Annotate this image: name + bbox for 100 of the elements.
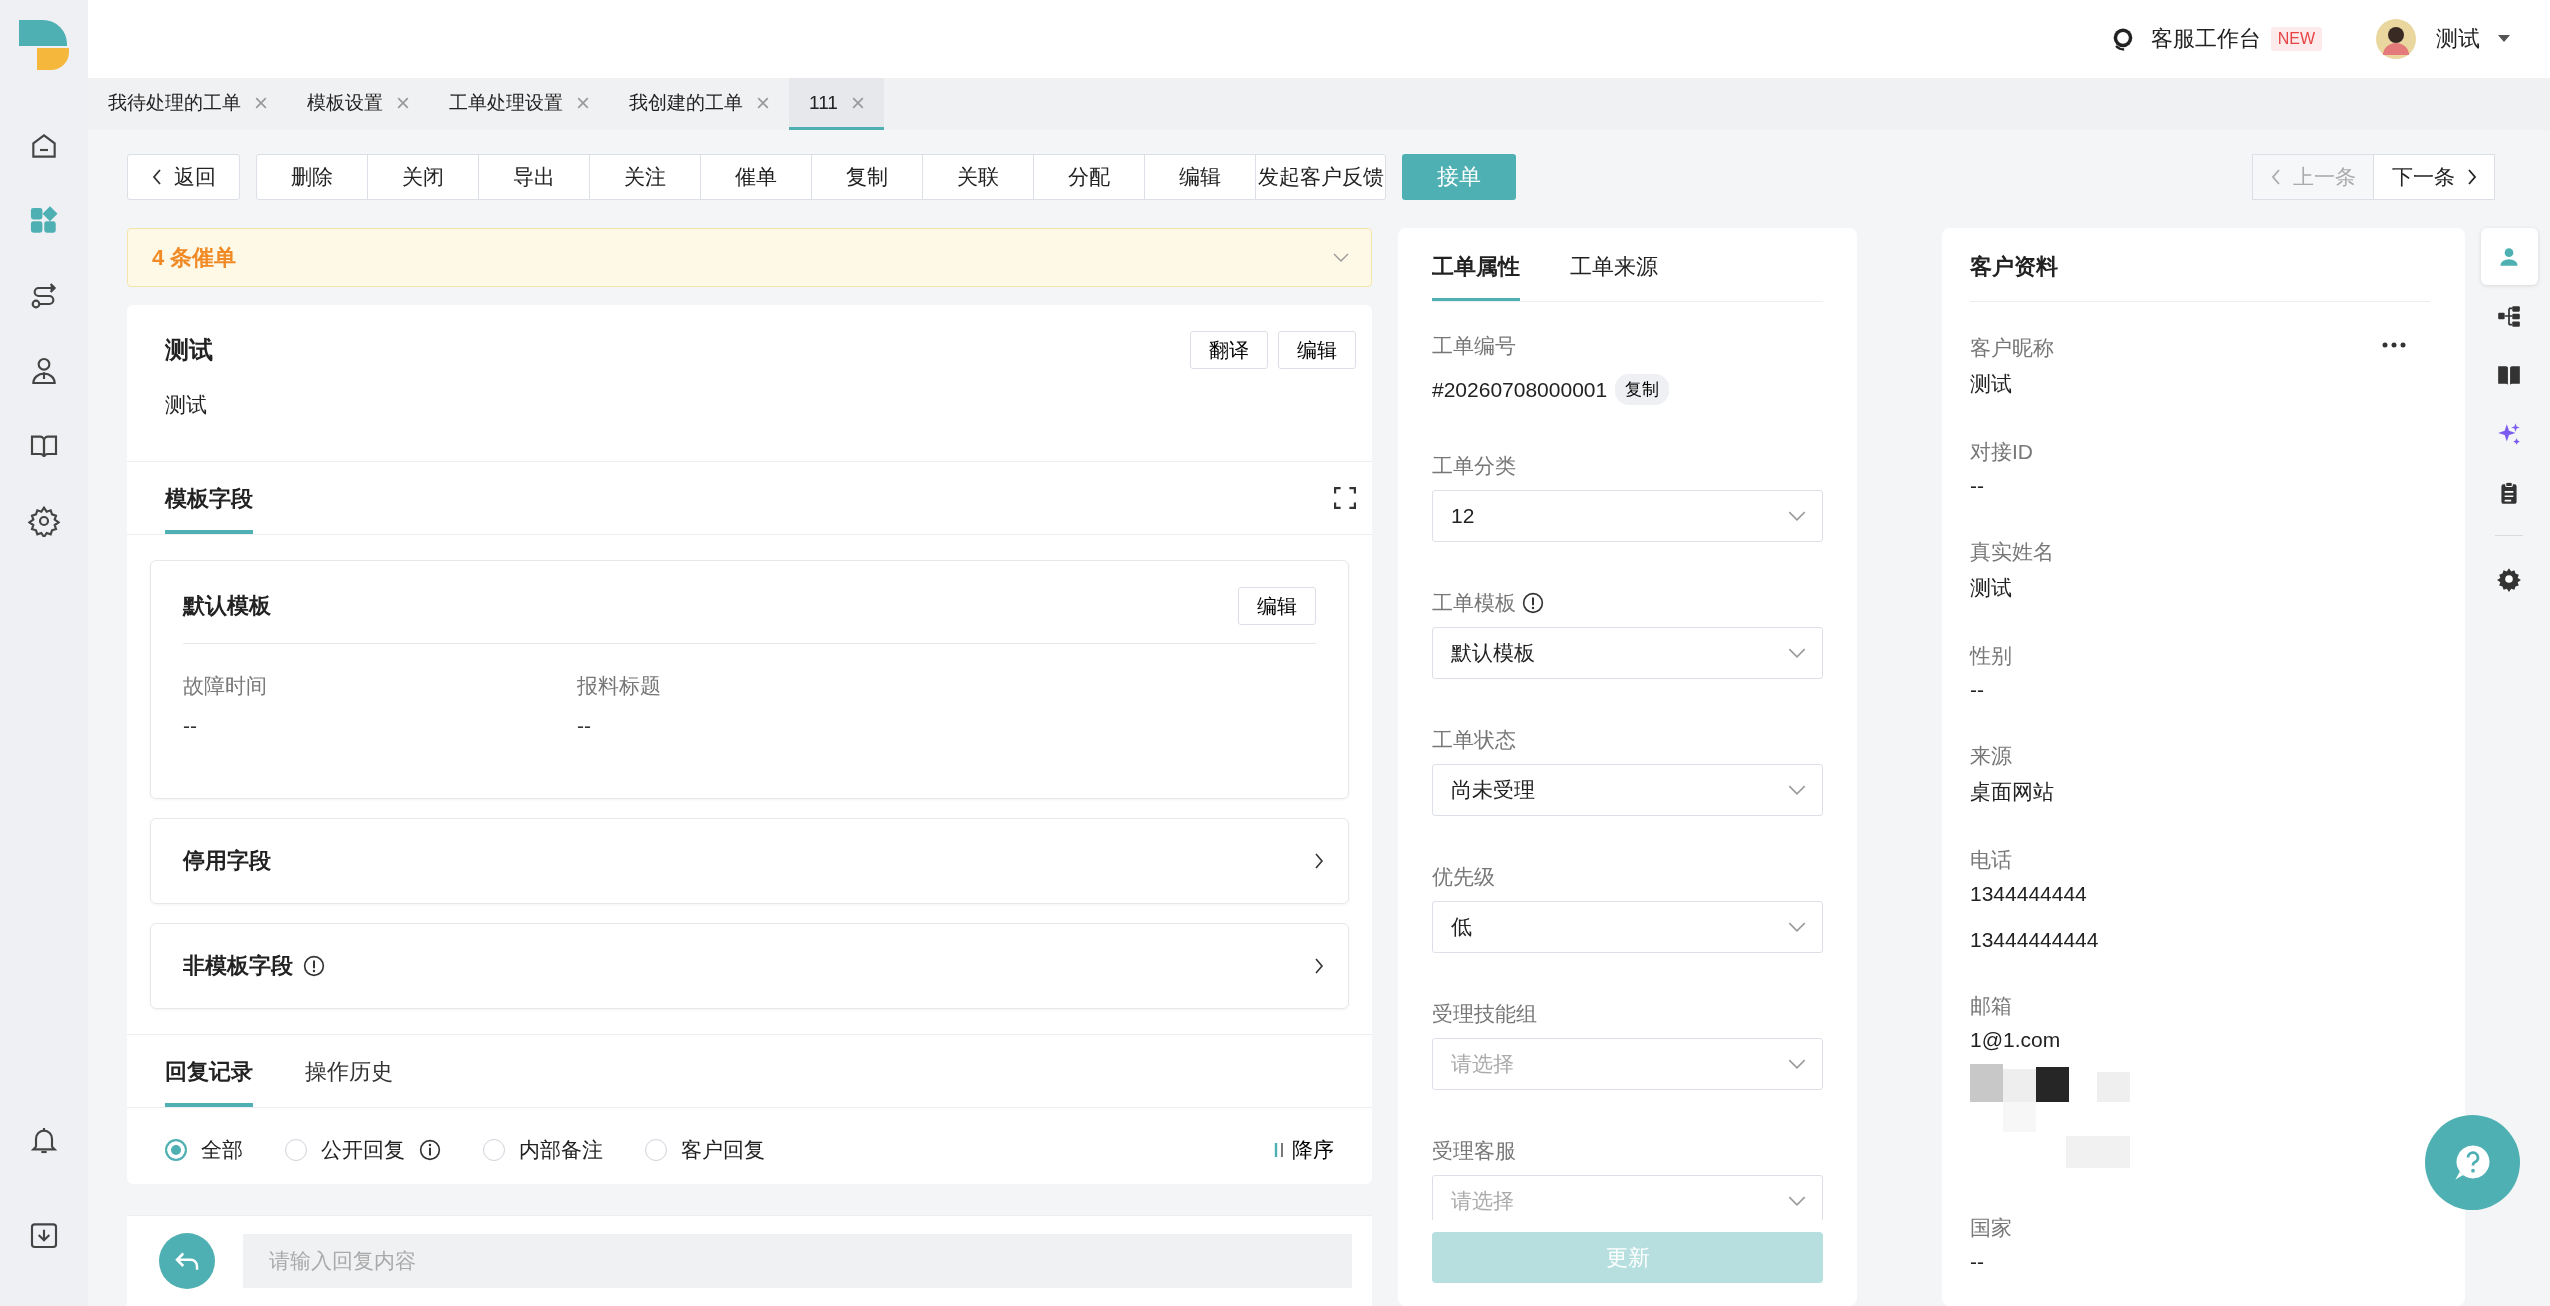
field-label: 受理技能组 xyxy=(1432,1001,1537,1027)
chevron-down-icon xyxy=(1788,647,1806,659)
field-label: 故障时间 xyxy=(183,673,268,699)
action-button[interactable]: 发起客户反馈 xyxy=(1255,154,1386,200)
action-button[interactable]: 删除 xyxy=(256,154,368,200)
copy-button[interactable]: 复制 xyxy=(1615,374,1670,405)
chevron-left-icon xyxy=(2270,169,2281,185)
field-label: 真实姓名 xyxy=(1970,539,2054,565)
select-field[interactable]: 默认模板 xyxy=(1432,627,1823,679)
logo-icon xyxy=(17,18,71,72)
radio-label: 公开回复 xyxy=(321,1137,405,1163)
section-tab[interactable]: 操作历史 xyxy=(305,1035,393,1107)
section-tab[interactable]: 模板字段 xyxy=(165,462,253,534)
edit-button[interactable]: 编辑 xyxy=(1238,587,1316,625)
select-field[interactable]: 尚未受理 xyxy=(1432,764,1823,816)
settings-icon[interactable] xyxy=(28,505,60,537)
panel-tab[interactable]: 工单来源 xyxy=(1570,228,1658,301)
page-tab[interactable]: 111 xyxy=(789,78,884,130)
chevron-right-icon[interactable] xyxy=(1314,958,1324,974)
next-button[interactable]: 下一条 xyxy=(2373,154,2495,200)
select-field[interactable]: 低 xyxy=(1432,901,1823,953)
select-field[interactable]: 12 xyxy=(1432,490,1823,542)
reply-input[interactable]: 请输入回复内容 xyxy=(243,1234,1352,1288)
field-label: 工单模板 xyxy=(1432,590,1516,616)
field-label: 国家 xyxy=(1970,1215,2012,1241)
sort-button[interactable]: 降序 xyxy=(1272,1136,1334,1164)
field-value: -- xyxy=(577,714,592,738)
ticket-number: #20260708000001 xyxy=(1432,377,1608,402)
field-value: 1@1.com xyxy=(1970,1028,2061,1052)
field-label: 对接ID xyxy=(1970,439,2033,465)
section-title: 非模板字段 xyxy=(183,952,293,980)
section-title: 停用字段 xyxy=(183,847,271,875)
workbench-link[interactable]: 客服工作台 xyxy=(2150,24,2261,54)
field-label: 性别 xyxy=(1970,643,2012,669)
page-tab[interactable]: 工单处理设置 xyxy=(429,78,609,130)
field-label: 报料标题 xyxy=(577,673,662,699)
panel-tab[interactable]: 工单属性 xyxy=(1432,228,1520,301)
field-value: 测试 xyxy=(1970,575,2012,601)
action-button[interactable]: 关闭 xyxy=(367,154,479,200)
chevron-down-icon[interactable] xyxy=(1333,252,1349,263)
filter-radio[interactable]: 公开回复 xyxy=(285,1136,441,1164)
action-button[interactable]: 分配 xyxy=(1033,154,1145,200)
radio-icon[interactable] xyxy=(285,1139,307,1161)
chevron-down-icon xyxy=(1788,921,1806,933)
radio-label: 客户回复 xyxy=(681,1137,765,1163)
section-tab[interactable]: 回复记录 xyxy=(165,1035,253,1107)
field-value: 1344444444 xyxy=(1970,882,2087,906)
radio-icon[interactable] xyxy=(165,1139,187,1161)
sort-icon xyxy=(1272,1141,1286,1159)
collapsed-section[interactable]: 停用字段 xyxy=(150,818,1349,904)
field-label: 工单分类 xyxy=(1432,453,1516,479)
action-button[interactable]: 编辑 xyxy=(1144,154,1256,200)
action-button[interactable]: 导出 xyxy=(478,154,590,200)
user-name[interactable]: 测试 xyxy=(2436,24,2480,54)
chevron-down-icon xyxy=(1788,1195,1806,1207)
field-label: 工单状态 xyxy=(1432,727,1516,753)
back-button[interactable]: 返回 xyxy=(127,154,240,200)
chevron-down-icon xyxy=(1788,1058,1806,1070)
ticket-button[interactable]: 翻译 xyxy=(1190,331,1268,369)
action-button[interactable]: 关注 xyxy=(589,154,701,200)
field-value: -- xyxy=(183,714,198,738)
field-label: 受理客服 xyxy=(1432,1138,1516,1164)
chevron-down-icon xyxy=(1788,784,1806,796)
field-label: 工单编号 xyxy=(1432,333,1517,359)
fullscreen-icon[interactable] xyxy=(1334,487,1356,509)
action-button[interactable]: 关联 xyxy=(922,154,1034,200)
page-tab[interactable]: 模板设置 xyxy=(287,78,429,130)
filter-radio[interactable]: 客户回复 xyxy=(645,1136,765,1164)
action-button[interactable]: 复制 xyxy=(811,154,923,200)
radio-label: 全部 xyxy=(201,1137,243,1163)
radio-label: 内部备注 xyxy=(519,1137,603,1163)
radio-icon[interactable] xyxy=(483,1139,505,1161)
field-label: 电话 xyxy=(1970,847,2012,873)
field-label: 邮箱 xyxy=(1970,993,2012,1019)
reply-button[interactable] xyxy=(159,1233,215,1289)
caret-icon[interactable] xyxy=(2498,35,2510,43)
more-icon[interactable] xyxy=(2381,342,2407,348)
chevron-down-icon xyxy=(1788,510,1806,522)
chevron-right-icon[interactable] xyxy=(1314,853,1324,869)
field-label: 来源 xyxy=(1970,743,2012,769)
action-button[interactable]: 催单 xyxy=(700,154,812,200)
new-badge: NEW xyxy=(2270,27,2322,51)
panel-title: 客户资料 xyxy=(1970,228,2430,302)
ticket-body: 测试 xyxy=(127,369,1372,462)
filter-radio[interactable]: 内部备注 xyxy=(483,1136,603,1164)
ticket-title: 测试 xyxy=(165,335,213,365)
field-value: 桌面网站 xyxy=(1970,779,2054,805)
reminder-text: 4 条催单 xyxy=(152,243,237,272)
field-value: 测试 xyxy=(1970,371,2012,397)
chevron-right-icon xyxy=(2466,169,2477,185)
filter-radio[interactable]: 全部 xyxy=(165,1136,243,1164)
ticket-button[interactable]: 编辑 xyxy=(1278,331,1356,369)
field-value: -- xyxy=(1970,474,1984,498)
page-tab[interactable]: 我创建的工单 xyxy=(609,78,789,130)
page-tab[interactable]: 我待处理的工单 xyxy=(88,78,287,130)
radio-icon[interactable] xyxy=(645,1139,667,1161)
field-label: 客户昵称 xyxy=(1970,335,2054,361)
avatar-icon xyxy=(2376,19,2416,59)
collapsed-section[interactable]: 非模板字段 xyxy=(150,923,1349,1009)
field-value: 13444444444 xyxy=(1970,928,2099,952)
